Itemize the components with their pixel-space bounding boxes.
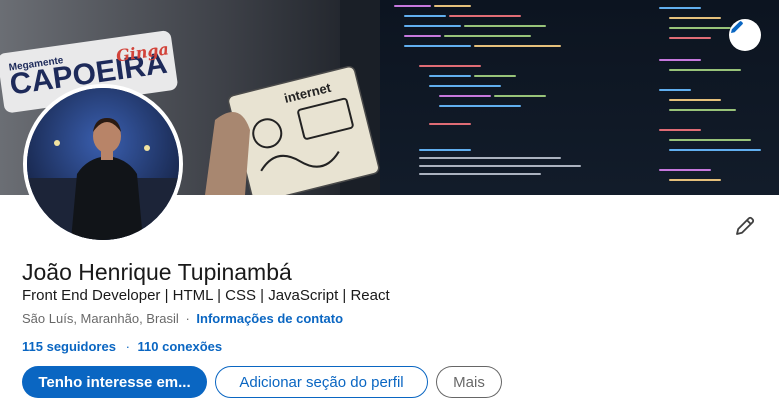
pencil-icon bbox=[731, 21, 743, 33]
avatar-photo bbox=[27, 88, 179, 240]
profile-name: João Henrique Tupinambá bbox=[22, 259, 292, 285]
profile-location: São Luís, Maranhão, Brasil bbox=[22, 311, 179, 326]
followers-link[interactable]: 115 seguidores bbox=[22, 339, 116, 354]
pencil-icon bbox=[736, 216, 755, 235]
add-profile-section-button[interactable]: Adicionar seção do perfil bbox=[215, 366, 428, 398]
separator-dot: · bbox=[185, 311, 190, 326]
contact-info-link[interactable]: Informações de contato bbox=[196, 311, 343, 326]
avatar[interactable] bbox=[23, 84, 183, 244]
location-line: São Luís, Maranhão, Brasil · Informações… bbox=[22, 311, 343, 326]
edit-cover-button[interactable] bbox=[729, 19, 761, 51]
more-button[interactable]: Mais bbox=[436, 366, 502, 398]
open-to-button[interactable]: Tenho interesse em... bbox=[22, 366, 207, 398]
profile-headline: Front End Developer | HTML | CSS | JavaS… bbox=[22, 287, 390, 304]
network-stats: 115 seguidores · 110 conexões bbox=[22, 339, 222, 354]
separator-dot: · bbox=[125, 339, 130, 354]
edit-intro-button[interactable] bbox=[730, 211, 760, 241]
connections-link[interactable]: 110 conexões bbox=[138, 339, 223, 354]
